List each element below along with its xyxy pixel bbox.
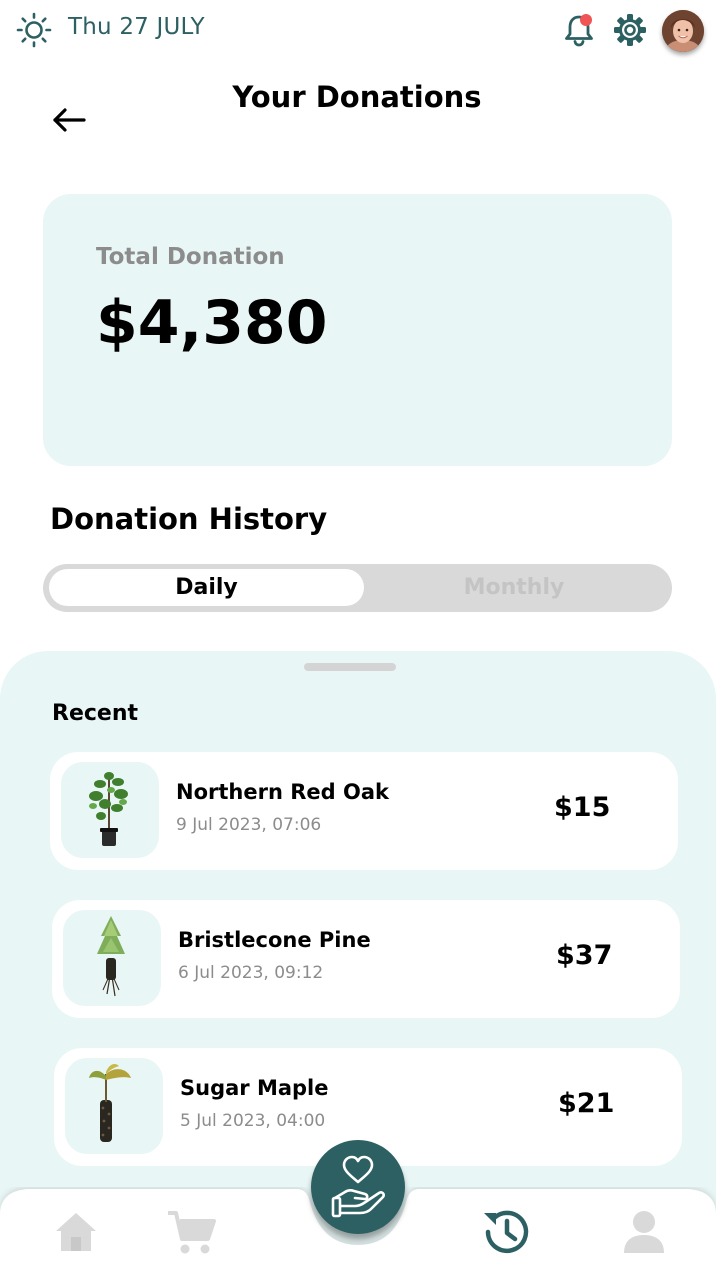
item-name: Sugar Maple [180,1076,329,1100]
donate-hand-heart-icon [331,1155,385,1218]
sun-icon [16,12,52,48]
item-amount: $37 [556,940,613,971]
donate-button[interactable] [311,1140,405,1234]
home-icon[interactable] [54,1209,98,1253]
gear-icon[interactable] [612,12,648,48]
item-thumbnail [65,1058,163,1154]
notification-dot [580,14,592,26]
item-thumbnail [61,762,159,858]
total-donation-card: Total Donation $4,380 [43,194,672,466]
item-date: 9 Jul 2023, 07:06 [176,815,322,835]
status-bar: Thu 27 JULY [0,0,722,60]
item-date: 6 Jul 2023, 09:12 [178,963,324,983]
donation-history-heading: Donation History [50,502,328,536]
page-title: Your Donations [232,80,482,114]
item-date: 5 Jul 2023, 04:00 [180,1111,326,1131]
total-donation-label: Total Donation [96,244,285,270]
oak-sapling-icon [89,772,128,846]
pine-sapling-icon [97,916,125,997]
profile-icon[interactable] [622,1209,666,1255]
date-label: Thu 27 JULY [68,14,205,40]
item-name: Northern Red Oak [176,780,389,804]
total-donation-value: $4,380 [96,288,328,358]
cart-icon[interactable] [166,1209,216,1257]
recent-heading: Recent [52,701,139,726]
list-item[interactable]: Bristlecone Pine 6 Jul 2023, 09:12 $37 [52,900,680,1018]
history-icon[interactable] [480,1207,532,1257]
period-toggle: Daily Monthly [43,564,672,612]
sheet-drag-handle[interactable] [304,663,396,671]
bell-icon[interactable] [562,12,596,48]
tab-monthly[interactable]: Monthly [364,569,664,606]
list-item[interactable]: Northern Red Oak 9 Jul 2023, 07:06 $15 [50,752,678,870]
item-amount: $21 [558,1088,615,1119]
tab-daily[interactable]: Daily [49,569,364,606]
avatar[interactable] [662,10,704,52]
item-amount: $15 [554,792,611,823]
item-name: Bristlecone Pine [178,928,371,952]
maple-sapling-icon [89,1064,131,1142]
item-thumbnail [63,910,161,1006]
